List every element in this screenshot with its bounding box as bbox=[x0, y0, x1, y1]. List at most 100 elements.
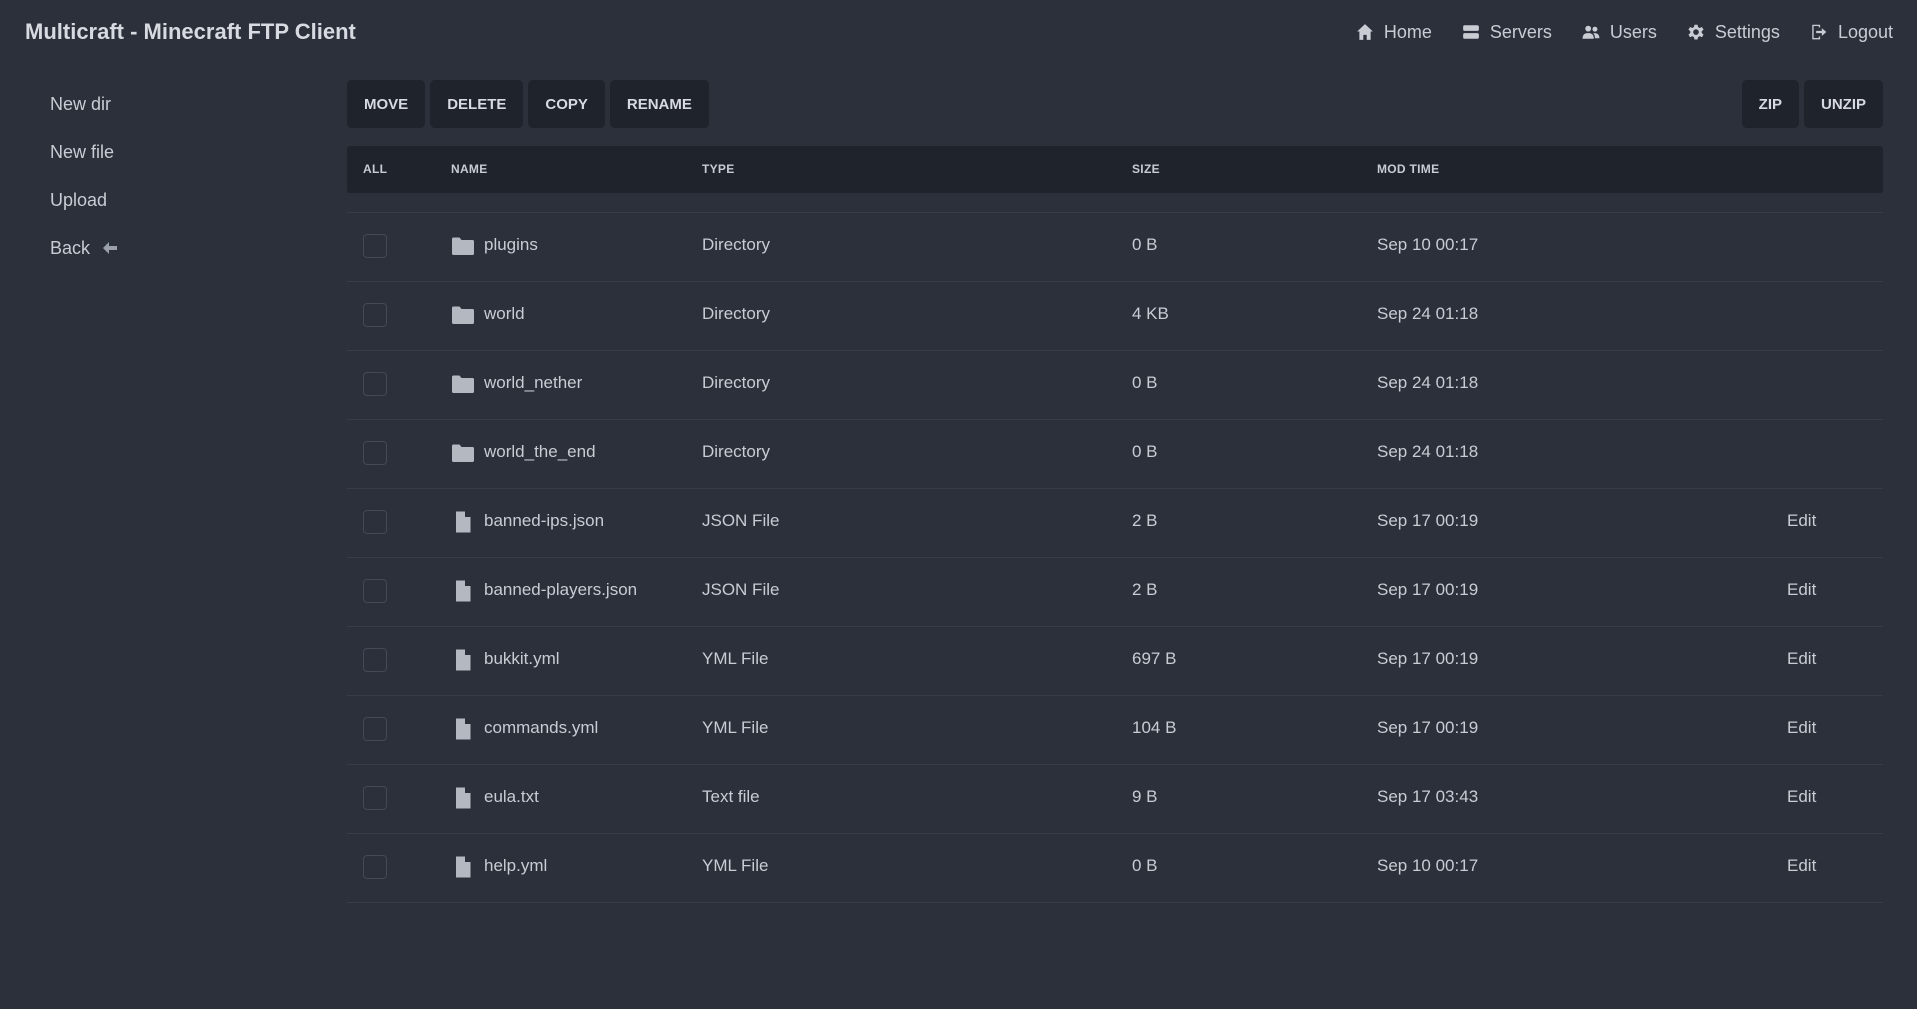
header-type[interactable]: TYPE bbox=[702, 162, 735, 176]
file-name[interactable]: world bbox=[484, 304, 525, 324]
table-row[interactable]: banned-ips.json JSON File 2 B Sep 17 00:19 E… bbox=[347, 489, 1883, 558]
table-body: bundlerDirectory0 BSep 10 00:14logsDirec… bbox=[347, 146, 1883, 903]
file-size: 104 B bbox=[1132, 718, 1177, 737]
row-checkbox[interactable] bbox=[363, 372, 387, 396]
archive-buttons: ZIP UNZIP bbox=[1737, 80, 1883, 128]
file-mod-time: Sep 24 01:18 bbox=[1377, 442, 1479, 461]
top-navbar: Multicraft - Minecraft FTP Client Home S… bbox=[0, 0, 1917, 64]
file-size: 0 B bbox=[1132, 442, 1158, 461]
nav-users[interactable]: Users bbox=[1582, 22, 1657, 43]
nav-servers[interactable]: Servers bbox=[1462, 22, 1552, 43]
file-name[interactable]: bukkit.yml bbox=[484, 649, 560, 669]
row-checkbox[interactable] bbox=[363, 717, 387, 741]
file-size: 0 B bbox=[1132, 373, 1158, 392]
sidebar-back-label: Back bbox=[50, 237, 91, 258]
table-row[interactable]: banned-players.json JSON File 2 B Sep 17 00… bbox=[347, 558, 1883, 627]
action-buttons: MOVE DELETE COPY RENAME bbox=[347, 80, 714, 128]
file-name[interactable]: banned-players.json bbox=[484, 580, 637, 600]
arrow-left-icon bbox=[103, 242, 118, 254]
edit-link[interactable]: Edit bbox=[1787, 718, 1816, 738]
table-row[interactable]: eula.txt Text file 9 B Sep 17 03:43 Edit bbox=[347, 765, 1883, 834]
row-checkbox[interactable] bbox=[363, 303, 387, 327]
row-checkbox[interactable] bbox=[363, 855, 387, 879]
file-type: Directory bbox=[702, 235, 771, 254]
zip-button[interactable]: ZIP bbox=[1741, 80, 1799, 128]
table-row[interactable]: world Directory 4 KB Sep 24 01:18 bbox=[347, 282, 1883, 351]
file-mod-time: Sep 17 03:43 bbox=[1377, 787, 1479, 806]
file-toolbar: MOVE DELETE COPY RENAME ZIP UNZIP bbox=[347, 80, 1883, 128]
unzip-button[interactable]: UNZIP bbox=[1804, 80, 1883, 128]
table-row[interactable]: commands.yml YML File 104 B Sep 17 00:19 Edi… bbox=[347, 696, 1883, 765]
row-checkbox[interactable] bbox=[363, 234, 387, 258]
table-row[interactable]: plugins Directory 0 B Sep 10 00:17 bbox=[347, 213, 1883, 282]
app-title: Multicraft - Minecraft FTP Client bbox=[25, 19, 356, 44]
file-icon bbox=[451, 649, 475, 671]
row-checkbox[interactable] bbox=[363, 510, 387, 534]
file-name[interactable]: banned-ips.json bbox=[484, 511, 604, 531]
edit-link[interactable]: Edit bbox=[1787, 511, 1816, 531]
nav-logout[interactable]: Logout bbox=[1810, 22, 1893, 43]
file-mod-time: Sep 24 01:18 bbox=[1377, 304, 1479, 323]
file-mod-time: Sep 17 00:19 bbox=[1377, 580, 1479, 599]
file-name[interactable]: help.yml bbox=[484, 856, 547, 876]
table-row[interactable]: help.yml YML File 0 B Sep 10 00:17 Edit bbox=[347, 834, 1883, 903]
row-checkbox[interactable] bbox=[363, 579, 387, 603]
header-select-all[interactable]: ALL bbox=[363, 162, 387, 176]
move-button[interactable]: MOVE bbox=[347, 80, 426, 128]
table-row[interactable]: bukkit.yml YML File 697 B Sep 17 00:19 Edit bbox=[347, 627, 1883, 696]
file-type: Directory bbox=[702, 304, 771, 323]
sidebar-back[interactable]: Back bbox=[50, 224, 300, 272]
file-type: YML File bbox=[702, 718, 769, 737]
header-size[interactable]: SIZE bbox=[1132, 162, 1160, 176]
edit-link[interactable]: Edit bbox=[1787, 649, 1816, 669]
nav-settings[interactable]: Settings bbox=[1687, 22, 1780, 43]
file-size: 9 B bbox=[1132, 787, 1158, 806]
edit-link[interactable]: Edit bbox=[1787, 787, 1816, 807]
nav-logout-label: Logout bbox=[1837, 21, 1893, 42]
file-size: 2 B bbox=[1132, 580, 1158, 599]
sidebar-new-dir[interactable]: New dir bbox=[50, 80, 300, 128]
nav-settings-label: Settings bbox=[1714, 21, 1780, 42]
copy-button[interactable]: COPY bbox=[528, 80, 605, 128]
sidebar-new-file[interactable]: New file bbox=[50, 128, 300, 176]
delete-button[interactable]: DELETE bbox=[430, 80, 524, 128]
table-header: ALL NAME TYPE SIZE MOD TIME bbox=[347, 146, 1883, 193]
file-icon bbox=[451, 511, 475, 533]
file-type: YML File bbox=[702, 856, 769, 875]
file-icon bbox=[451, 856, 475, 878]
table-row[interactable]: world_nether Directory 0 B Sep 24 01:18 bbox=[347, 351, 1883, 420]
file-name[interactable]: world_nether bbox=[484, 373, 582, 393]
nav-home-label: Home bbox=[1383, 21, 1432, 42]
header-name[interactable]: NAME bbox=[451, 162, 488, 176]
file-mod-time: Sep 10 00:17 bbox=[1377, 235, 1479, 254]
file-type: JSON File bbox=[702, 511, 780, 530]
row-checkbox[interactable] bbox=[363, 441, 387, 465]
file-table: ALL NAME TYPE SIZE MOD TIME bundlerDirec… bbox=[347, 146, 1883, 1009]
rename-button[interactable]: RENAME bbox=[609, 80, 709, 128]
header-mod-time[interactable]: MOD TIME bbox=[1377, 162, 1439, 176]
servers-icon bbox=[1462, 25, 1479, 39]
table-row[interactable]: world_the_end Directory 0 B Sep 24 01:18 bbox=[347, 420, 1883, 489]
file-name[interactable]: commands.yml bbox=[484, 718, 598, 738]
edit-link[interactable]: Edit bbox=[1787, 856, 1816, 876]
file-size: 4 KB bbox=[1132, 304, 1169, 323]
users-icon bbox=[1582, 25, 1600, 39]
file-size: 0 B bbox=[1132, 856, 1158, 875]
file-size: 697 B bbox=[1132, 649, 1177, 668]
file-type: Text file bbox=[702, 787, 760, 806]
nav-home[interactable]: Home bbox=[1356, 22, 1432, 43]
nav-servers-label: Servers bbox=[1489, 21, 1552, 42]
file-name[interactable]: eula.txt bbox=[484, 787, 539, 807]
file-mod-time: Sep 17 00:19 bbox=[1377, 718, 1479, 737]
file-mod-time: Sep 17 00:19 bbox=[1377, 649, 1479, 668]
main-nav: Home Servers Users Settings Logout bbox=[1326, 22, 1893, 43]
edit-link[interactable]: Edit bbox=[1787, 580, 1816, 600]
folder-icon bbox=[451, 235, 475, 257]
file-name[interactable]: world_the_end bbox=[484, 442, 596, 462]
file-name[interactable]: plugins bbox=[484, 235, 538, 255]
row-checkbox[interactable] bbox=[363, 786, 387, 810]
logout-icon bbox=[1812, 24, 1827, 40]
row-checkbox[interactable] bbox=[363, 648, 387, 672]
sidebar-upload[interactable]: Upload bbox=[50, 176, 300, 224]
folder-icon bbox=[451, 442, 475, 464]
